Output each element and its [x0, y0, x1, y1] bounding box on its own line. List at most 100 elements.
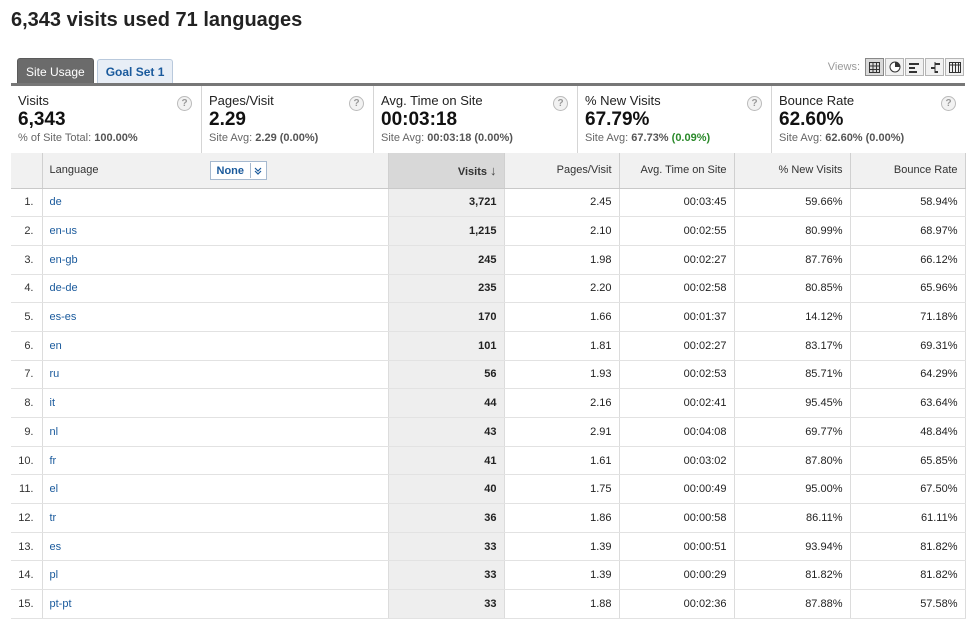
row-visits: 101 [388, 331, 505, 361]
header-bounce-rate[interactable]: Bounce Rate [850, 153, 966, 189]
help-icon[interactable]: ? [177, 96, 192, 111]
row-avg-time: 00:00:58 [619, 503, 735, 533]
row-avg-time: 00:02:36 [619, 589, 735, 619]
language-link[interactable]: es-es [50, 311, 77, 323]
language-link[interactable]: tr [50, 512, 57, 524]
page-title: 6,343 visits used 71 languages [11, 9, 303, 31]
row-visits: 33 [388, 589, 505, 619]
language-link[interactable]: en-gb [50, 254, 78, 266]
tab-site-usage[interactable]: Site Usage [17, 58, 94, 84]
row-avg-time: 00:03:45 [619, 188, 735, 218]
row-bounce-rate: 81.82% [850, 560, 966, 591]
comparison-view-icon[interactable] [925, 58, 944, 76]
row-avg-time: 00:02:27 [619, 245, 735, 275]
row-index: 10. [11, 446, 43, 476]
row-new-visits: 85.71% [734, 360, 851, 390]
header-visits-label: Visits [457, 165, 487, 178]
row-index: 6. [11, 331, 43, 361]
language-link[interactable]: ru [50, 368, 60, 380]
header-visits[interactable]: Visits ↓ [388, 153, 505, 189]
language-link[interactable]: es [50, 541, 62, 553]
row-pages-visit: 2.16 [504, 388, 620, 418]
pivot-view-icon[interactable] [945, 58, 964, 76]
scorecard-label: Pages/Visit [209, 93, 274, 108]
table-view-icon[interactable] [865, 58, 884, 76]
segment-dropdown[interactable]: None [209, 161, 267, 180]
help-icon[interactable]: ? [747, 96, 762, 111]
row-index: 9. [11, 417, 43, 447]
row-avg-time: 00:02:58 [619, 274, 735, 304]
table-row: 2. en-us 1,215 2.10 00:02:55 80.99% 68.97% [11, 216, 966, 246]
help-icon[interactable]: ? [941, 96, 956, 111]
scorecard-label: Avg. Time on Site [381, 93, 483, 108]
scorecard-sub-prefix: Site Avg: [209, 132, 256, 144]
row-language: ru [42, 360, 389, 390]
row-pages-visit: 2.45 [504, 188, 620, 218]
row-language: de-de [42, 274, 389, 304]
row-pages-visit: 1.75 [504, 474, 620, 505]
scorecard-sub-value: 2.29 (0.00%) [255, 132, 319, 144]
row-language: el [42, 474, 389, 505]
scorecard-sub-value: 100.00% [94, 132, 138, 144]
help-icon[interactable]: ? [553, 96, 568, 111]
header-language[interactable]: Language None [42, 153, 389, 189]
row-bounce-rate: 71.18% [850, 302, 966, 332]
header-index [11, 153, 43, 189]
scorecard-sub-prefix: % of Site Total: [18, 132, 95, 144]
views-label: Views: [827, 61, 860, 73]
scorecards: Visits 6,343 % of Site Total: 100.00% ? … [11, 86, 965, 154]
pie-view-icon[interactable] [885, 58, 904, 76]
row-visits: 43 [388, 417, 505, 447]
row-new-visits: 80.85% [734, 274, 851, 304]
row-pages-visit: 1.98 [504, 245, 620, 275]
row-index: 11. [11, 474, 43, 505]
row-language: tr [42, 503, 389, 533]
row-pages-visit: 1.88 [504, 589, 620, 619]
row-pages-visit: 1.93 [504, 360, 620, 390]
row-new-visits: 95.45% [734, 388, 851, 418]
scorecard-visits: Visits 6,343 % of Site Total: 100.00% ? [11, 86, 202, 153]
row-pages-visit: 1.39 [504, 560, 620, 591]
language-link[interactable]: pl [50, 569, 59, 581]
row-pages-visit: 2.91 [504, 417, 620, 447]
row-visits: 235 [388, 274, 505, 304]
row-language: en-us [42, 216, 389, 246]
scorecard-sub: Site Avg: 00:03:18 (0.00%) [381, 132, 571, 144]
scorecard-sub-prefix: Site Avg: [585, 132, 632, 144]
views-switcher: Views: [828, 58, 964, 76]
row-index: 7. [11, 360, 43, 390]
segment-dropdown-label: None [216, 164, 245, 177]
scorecard-sub-prefix: Site Avg: [381, 132, 428, 144]
tab-goal-set-1[interactable]: Goal Set 1 [96, 59, 174, 84]
row-index: 3. [11, 245, 43, 275]
table-row: 11. el 40 1.75 00:00:49 95.00% 67.50% [11, 474, 966, 505]
row-bounce-rate: 67.50% [850, 474, 966, 505]
scorecard-sub: % of Site Total: 100.00% [18, 132, 195, 144]
bar-view-icon[interactable] [905, 58, 924, 76]
language-link[interactable]: nl [50, 426, 59, 438]
row-visits: 36 [388, 503, 505, 533]
row-bounce-rate: 69.31% [850, 331, 966, 361]
language-link[interactable]: en-us [50, 225, 78, 237]
scorecard-sub-delta: (0.09%) [671, 132, 711, 144]
header-avg-time[interactable]: Avg. Time on Site [619, 153, 735, 189]
row-avg-time: 00:03:02 [619, 446, 735, 476]
header-pages-visit[interactable]: Pages/Visit [504, 153, 620, 189]
language-link[interactable]: de-de [50, 282, 78, 294]
help-icon[interactable]: ? [349, 96, 364, 111]
header-new-visits[interactable]: % New Visits [734, 153, 851, 189]
table-header-row: Language None Visits ↓ Pages/Visit Avg. T… [11, 153, 966, 189]
language-link[interactable]: en [50, 340, 62, 352]
language-link[interactable]: fr [50, 455, 57, 467]
language-link[interactable]: it [50, 397, 56, 409]
row-new-visits: 69.77% [734, 417, 851, 447]
language-link[interactable]: pt-pt [50, 598, 72, 610]
language-link[interactable]: de [50, 196, 62, 208]
table-row: 3. en-gb 245 1.98 00:02:27 87.76% 66.12% [11, 245, 966, 275]
row-language: es-es [42, 302, 389, 332]
row-language: nl [42, 417, 389, 447]
row-bounce-rate: 61.11% [850, 503, 966, 533]
language-link[interactable]: el [50, 483, 59, 495]
scorecard-label: Bounce Rate [779, 93, 855, 108]
table-row: 10. fr 41 1.61 00:03:02 87.80% 65.85% [11, 446, 966, 476]
